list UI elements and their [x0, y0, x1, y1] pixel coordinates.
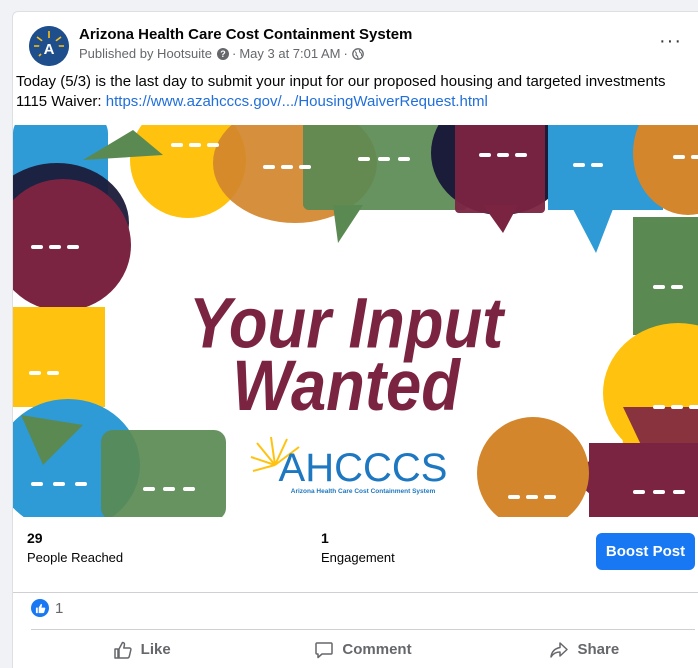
share-label: Share [577, 641, 620, 658]
ahcccs-logo-icon: A [29, 26, 69, 66]
boost-post-button[interactable]: Boost Post [596, 533, 695, 570]
like-label: Like [140, 641, 171, 658]
post-meta: Published by Hootsuite ? · May 3 at 7:01… [79, 46, 364, 61]
engagement-label: Engagement [321, 550, 395, 565]
waiver-link[interactable]: https://www.azahcccs.gov/.../HousingWaiv… [106, 93, 488, 110]
reach-value: 29 [27, 530, 43, 546]
logo-wordmark: AHCCCS [279, 446, 448, 490]
published-by: Published by Hootsuite [79, 46, 212, 61]
speech-bubbles-graphic: Your Input Wanted AHCCCS Arizona Health … [13, 125, 698, 517]
reach-stat[interactable]: 29 People Reached [27, 529, 123, 566]
engagement-value: 1 [321, 530, 329, 546]
meta-separator: · [231, 46, 237, 61]
reach-label: People Reached [27, 550, 124, 565]
post-card: A Arizona Health Care Cost Containment S… [12, 11, 698, 668]
engagement-stat[interactable]: 1 Engagement [321, 529, 395, 566]
meta-separator: · [343, 46, 348, 61]
comment-label: Comment [342, 641, 412, 658]
post-text: Today (5/3) is the last day to submit yo… [16, 72, 686, 112]
ahcccs-logo: AHCCCS Arizona Health Care Cost Containm… [250, 436, 448, 495]
page-avatar[interactable]: A [29, 26, 69, 66]
svg-text:A: A [44, 41, 55, 58]
post-image[interactable]: Your Input Wanted AHCCCS Arizona Health … [13, 125, 698, 517]
like-icon [113, 641, 132, 659]
post-insights: 29 People Reached 1 Engagement Boost Pos… [13, 517, 698, 593]
reactions-summary[interactable]: 1 [31, 598, 63, 618]
post-header: A Arizona Health Care Cost Containment S… [29, 24, 682, 66]
share-icon [550, 641, 569, 658]
thumbs-up-icon [31, 599, 49, 617]
reaction-count: 1 [55, 599, 64, 617]
comment-button[interactable]: Comment [252, 630, 473, 668]
page-name[interactable]: Arizona Health Care Cost Containment Sys… [79, 26, 412, 43]
post-date[interactable]: May 3 at 7:01 AM [239, 46, 340, 61]
more-options-icon[interactable]: ··· [659, 30, 682, 53]
share-button[interactable]: Share [474, 630, 695, 668]
comment-icon [315, 641, 334, 658]
logo-subtitle: Arizona Health Care Cost Containment Sys… [291, 488, 436, 495]
help-icon[interactable]: ? [216, 47, 229, 60]
globe-icon [351, 47, 364, 60]
like-button[interactable]: Like [31, 630, 252, 668]
headline-line2: Wanted [232, 347, 461, 426]
post-actions: Like Comment Share [31, 629, 695, 668]
